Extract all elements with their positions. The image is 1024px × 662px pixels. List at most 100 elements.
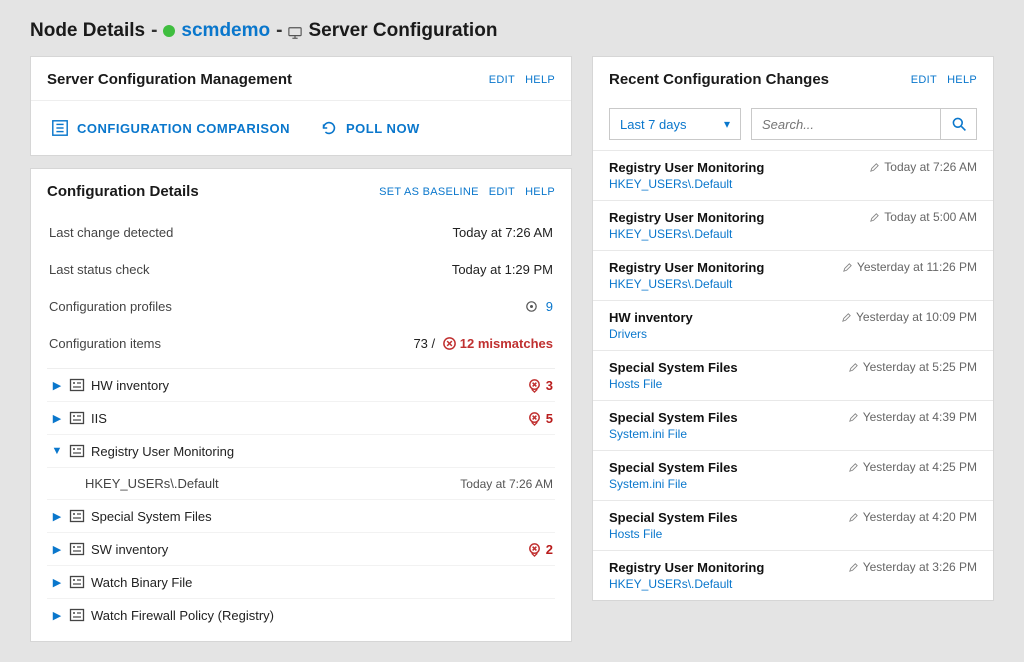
tree-child-ts: Today at 7:26 AM [460,477,553,491]
refresh-icon [320,119,338,137]
change-row[interactable]: Special System Files Hosts File Yesterday … [593,350,993,400]
items-total: 73 [413,336,427,351]
configuration-comparison-button[interactable]: CONFIGURATION COMPARISON [51,119,290,137]
profile-icon [69,377,85,393]
disclosure-icon[interactable]: ▶ [49,574,65,590]
change-row[interactable]: Special System Files System.ini File Yeste… [593,400,993,450]
tree-row[interactable]: ▶SW inventory2 [47,533,555,566]
change-subtitle-link[interactable]: System.ini File [609,477,738,491]
chevron-down-icon: ▾ [724,117,730,131]
tree-item-label: Watch Firewall Policy (Registry) [91,608,553,623]
tree-child-row[interactable]: HKEY_USERs\.DefaultToday at 7:26 AM [47,468,555,500]
tree-item-label: IIS [91,411,527,426]
tree-row[interactable]: ▶IIS5 [47,402,555,435]
change-title: Special System Files [609,410,738,425]
tree-row[interactable]: ▶ Watch Firewall Policy (Registry) [47,599,555,631]
change-row[interactable]: Registry User Monitoring HKEY_USERs\.Defa… [593,200,993,250]
change-row[interactable]: HW inventory Drivers Yesterday at 10:09 PM [593,300,993,350]
profile-icon [69,443,85,459]
change-subtitle-link[interactable]: Hosts File [609,527,738,541]
page-section: Server Configuration [308,20,497,42]
change-row[interactable]: Registry User Monitoring HKEY_USERs\.Defa… [593,250,993,300]
change-row[interactable]: Registry User Monitoring HKEY_USERs\.Defa… [593,550,993,600]
panel-title: Recent Configuration Changes [609,71,829,88]
change-timestamp: Yesterday at 4:39 PM [848,410,977,424]
compare-icon [51,119,69,137]
profiles-count-link[interactable]: 9 [546,299,553,314]
items-value: 73 / 12 mismatches [413,336,553,351]
edit-link[interactable]: EDIT [911,74,937,86]
change-row[interactable]: Special System FilesSystem.ini FileYeste… [593,450,993,500]
change-timestamp: Yesterday at 10:09 PM [841,310,977,324]
page-title: Node Details - scmdemo - Server Configur… [0,0,1024,56]
change-timestamp: Yesterday at 5:25 PM [848,360,977,374]
profiles-label: Configuration profiles [49,299,172,314]
page-title-prefix: Node Details [30,20,145,42]
separator: - [276,20,282,42]
change-subtitle-link[interactable]: HKEY_USERs\.Default [609,577,764,591]
change-list: Registry User Monitoring HKEY_USERs\.Defa… [593,150,993,600]
change-timestamp: Yesterday at 3:26 PM [848,560,977,574]
mismatch-text: 12 mismatches [460,336,553,351]
tree-row[interactable]: ▶ Watch Binary File [47,566,555,599]
items-sep: / [428,336,439,351]
disclosure-icon[interactable]: ▶ [49,508,65,524]
change-row[interactable]: Special System FilesHosts FileYesterday … [593,500,993,550]
disclosure-icon[interactable]: ▶ [49,607,65,623]
change-subtitle-link[interactable]: HKEY_USERs\.Default [609,277,764,291]
change-timestamp: Yesterday at 4:20 PM [848,510,977,524]
search-icon [951,116,967,132]
disclosure-icon[interactable]: ▶ [49,541,65,557]
poll-now-button[interactable]: POLL NOW [320,119,420,137]
change-subtitle-link[interactable]: HKEY_USERs\.Default [609,177,764,191]
compare-label: CONFIGURATION COMPARISON [77,121,290,136]
help-link[interactable]: HELP [947,74,977,86]
panel-title: Configuration Details [47,183,199,200]
change-timestamp: Today at 7:26 AM [869,160,977,174]
set-baseline-link[interactable]: SET AS BASELINE [379,186,479,198]
tree-row[interactable]: ▼ Registry User Monitoring [47,435,555,468]
search-button[interactable] [940,108,976,140]
edit-link[interactable]: EDIT [489,74,515,86]
change-subtitle-link[interactable]: Drivers [609,327,693,341]
last-check-label: Last status check [49,262,149,277]
help-link[interactable]: HELP [525,186,555,198]
disclosure-icon[interactable]: ▶ [49,377,65,393]
node-name-link[interactable]: scmdemo [181,20,270,42]
tree-item-label: SW inventory [91,542,527,557]
change-subtitle-link[interactable]: System.ini File [609,427,738,441]
change-subtitle-link[interactable]: Hosts File [609,377,738,391]
range-selected-label: Last 7 days [620,117,687,132]
disclosure-icon[interactable]: ▼ [49,443,65,459]
status-up-icon [163,25,175,37]
tree-item-label: Registry User Monitoring [91,444,553,459]
change-row[interactable]: Registry User MonitoringHKEY_USERs\.Defa… [593,150,993,200]
last-change-label: Last change detected [49,225,173,240]
change-title: HW inventory [609,310,693,325]
last-change-value: Today at 7:26 AM [453,225,553,240]
change-title: Registry User Monitoring [609,560,764,575]
change-title: Special System Files [609,360,738,375]
change-title: Special System Files [609,460,738,475]
help-link[interactable]: HELP [525,74,555,86]
change-timestamp: Yesterday at 11:26 PM [842,260,977,274]
server-config-management-panel: Server Configuration Management EDIT HEL… [30,56,572,156]
search-input[interactable] [762,117,940,132]
date-range-select[interactable]: Last 7 days ▾ [609,108,741,140]
change-title: Registry User Monitoring [609,260,764,275]
profile-icon [69,574,85,590]
last-check-value: Today at 1:29 PM [452,262,553,277]
search-box [751,108,977,140]
profile-icon [69,410,85,426]
host-icon [288,24,302,38]
items-label: Configuration items [49,336,161,351]
gear-icon [524,299,539,314]
disclosure-icon[interactable]: ▶ [49,410,65,426]
tree-item-label: Watch Binary File [91,575,553,590]
change-title: Registry User Monitoring [609,210,764,225]
config-items-tree: ▶HW inventory3▶IIS5▼Registry User Monito… [47,368,555,631]
tree-row[interactable]: ▶HW inventory3 [47,369,555,402]
tree-row[interactable]: ▶Special System Files [47,500,555,533]
edit-link[interactable]: EDIT [489,186,515,198]
change-subtitle-link[interactable]: HKEY_USERs\.Default [609,227,764,241]
